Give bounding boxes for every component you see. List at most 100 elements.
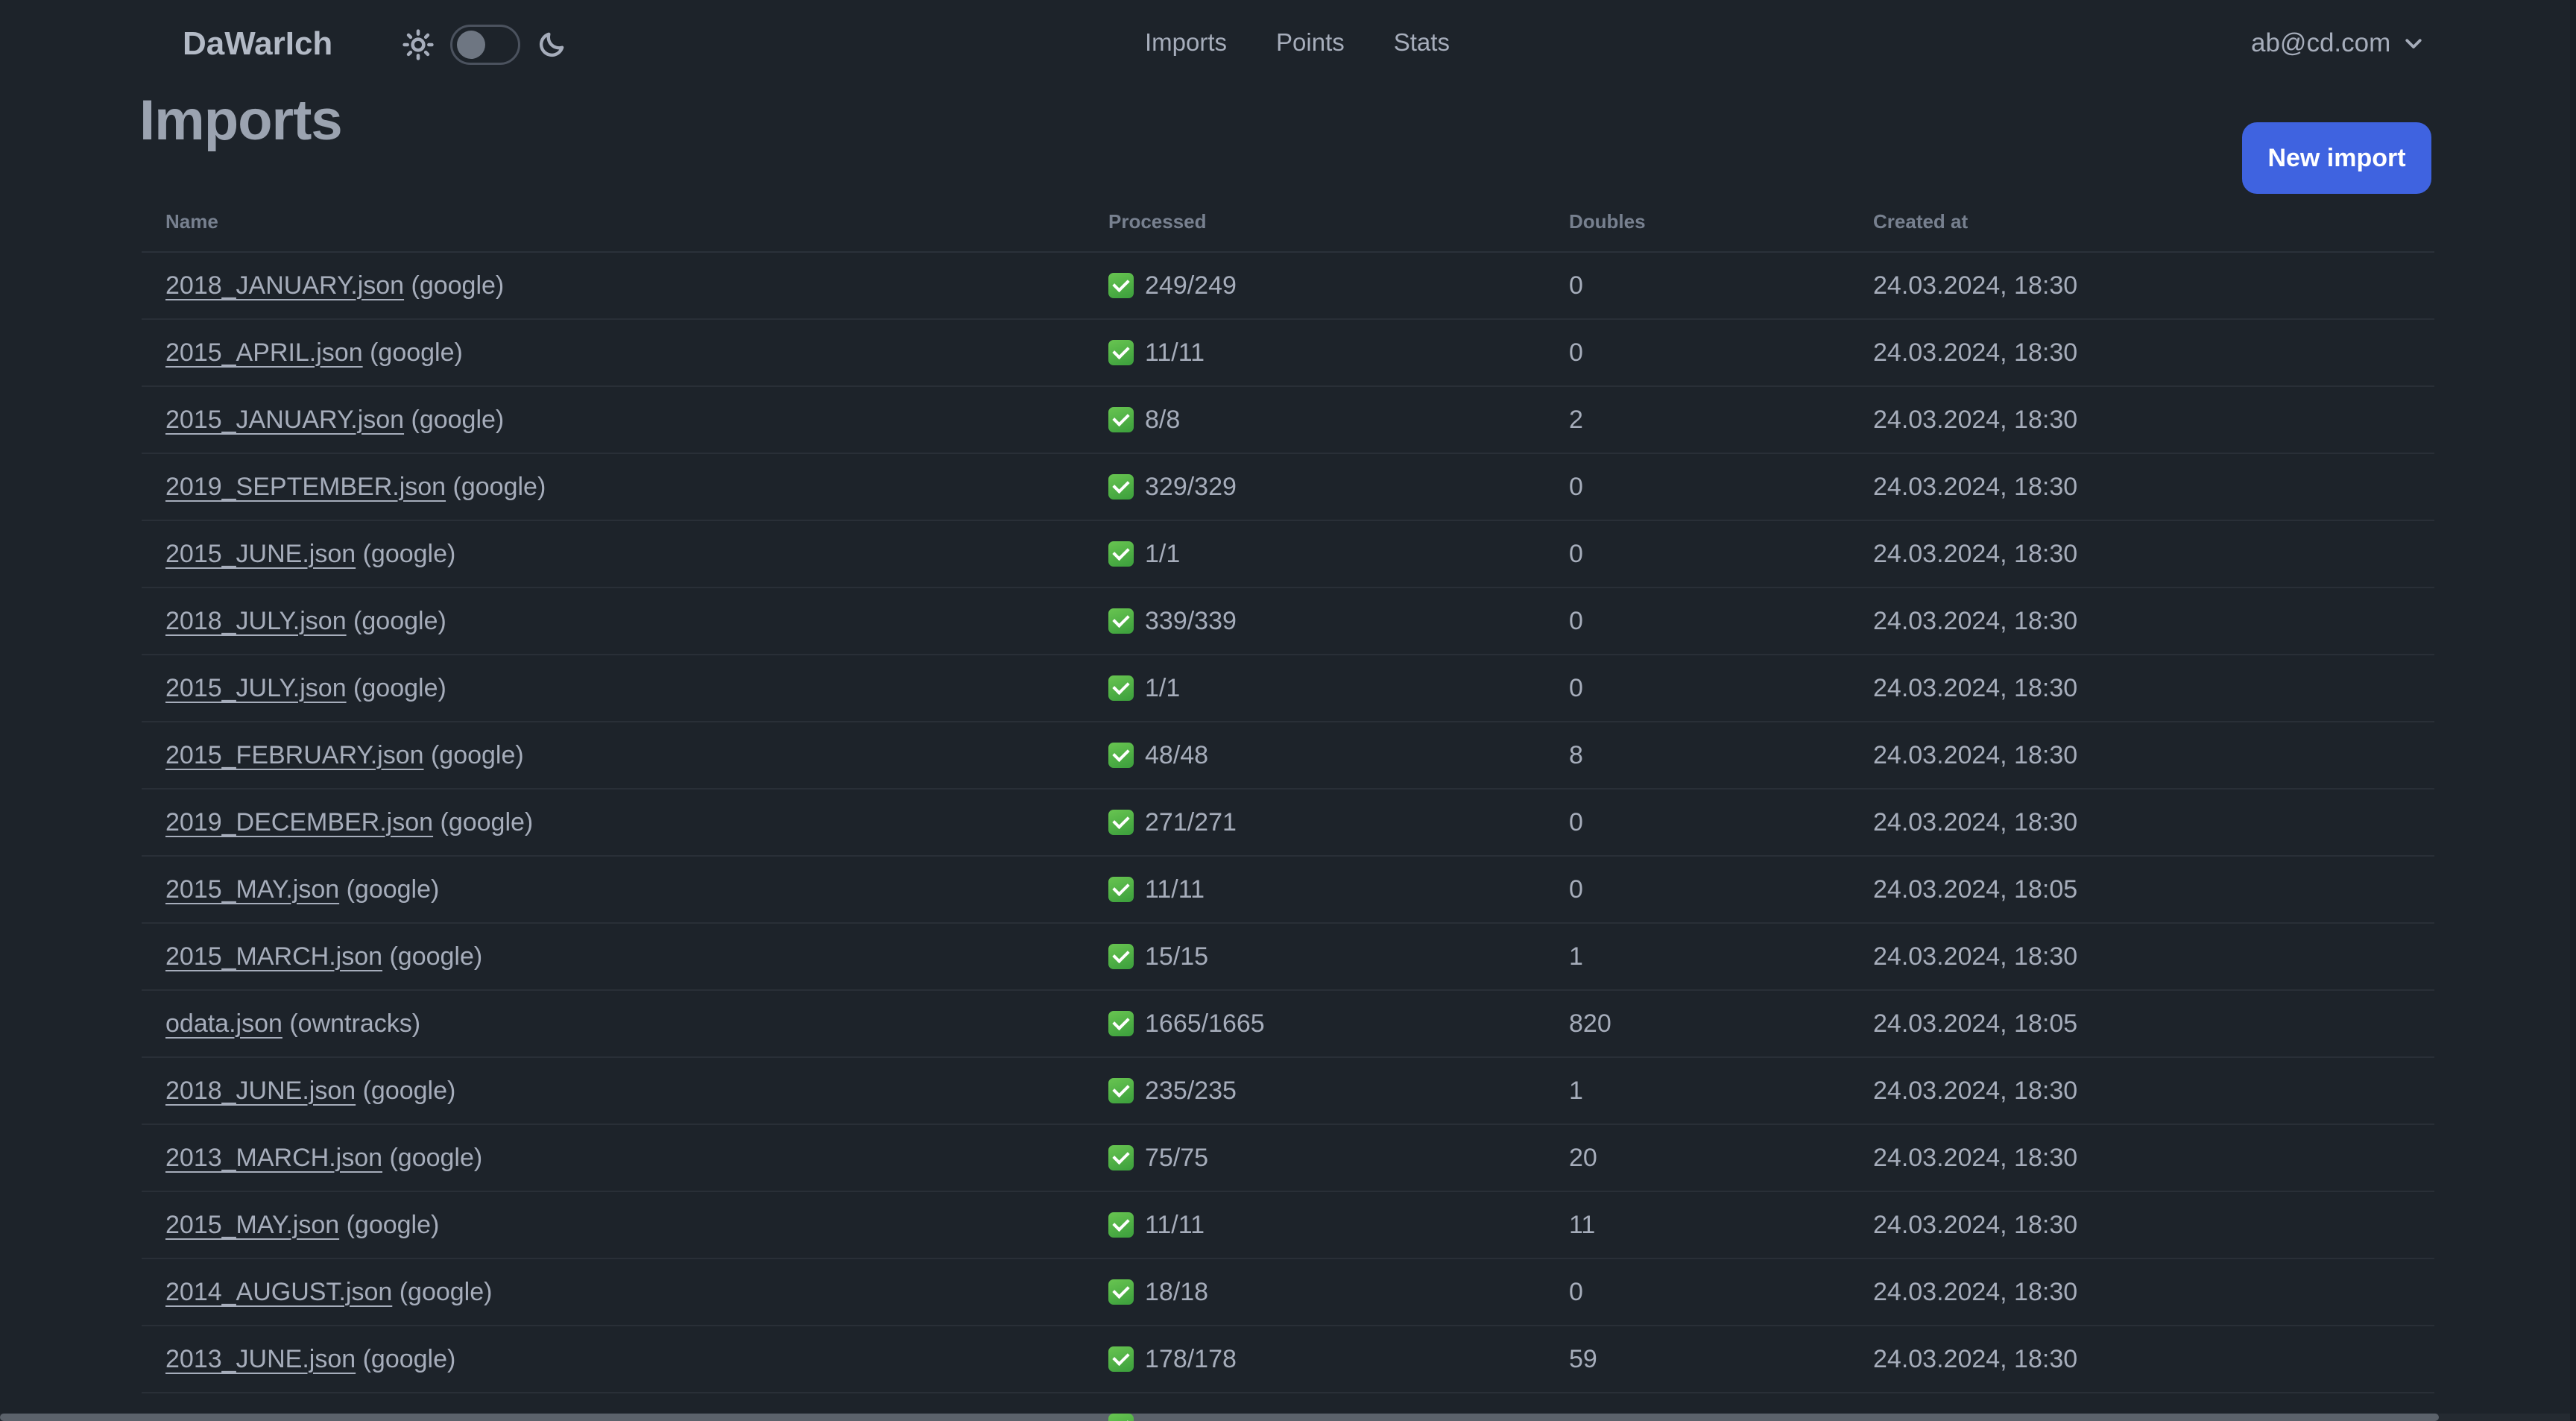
nav-item-imports[interactable]: Imports [1145,28,1227,57]
processed-count: 329/329 [1145,472,1237,501]
table-row: 2015_MARCH.json (google) 15/15 1 24.03.2… [142,924,2434,991]
import-file-link[interactable]: 2015_FEBRUARY.json [165,741,424,769]
import-file-link[interactable]: 2015_APRIL.json [165,338,363,367]
processed-cell: 329/329 [1085,473,1545,502]
import-source: (google) [404,405,505,434]
import-file-link[interactable]: 2015_JANUARY.json [165,406,404,434]
doubles-count: 0 [1569,539,1583,568]
import-name-cell: 2015_JUNE.json (google) [142,540,1085,569]
import-file-link[interactable]: 2015_MAY.json [165,1211,339,1239]
import-name-cell: 2018_JULY.json (google) [142,607,1085,636]
created-at: 24.03.2024, 18:30 [1873,1344,2078,1373]
nav-item-points[interactable]: Points [1276,28,1345,57]
import-source: (google) [362,338,463,367]
created-at: 24.03.2024, 18:30 [1873,1210,2078,1239]
check-success-icon [1108,675,1134,701]
user-email: ab@cd.com [2251,28,2391,57]
import-source: (google) [382,942,483,971]
import-source: (google) [356,539,456,568]
import-name-cell: 2015_APRIL.json (google) [142,338,1085,368]
page-title: Imports [139,89,343,152]
check-success-icon [1108,1414,1134,1421]
doubles-count: 20 [1569,1143,1597,1172]
check-success-icon [1108,1346,1134,1372]
horizontal-scrollbar[interactable] [0,1414,2576,1421]
doubles-count: 2 [1569,405,1583,434]
import-file-link[interactable]: 2018_JULY.json [165,607,347,635]
imports-table: Name Processed Doubles Created at 2018_J… [142,210,2434,1421]
import-file-link[interactable]: 2015_MAY.json [165,875,339,904]
processed-cell: 1665/1665 [1085,1009,1545,1039]
doubles-count: 0 [1569,338,1583,367]
theme-switch[interactable] [450,25,520,65]
created-at: 24.03.2024, 18:30 [1873,1143,2078,1172]
processed-count: 48/48 [1145,740,1209,769]
import-name-cell: 2014_AUGUST.json (google) [142,1278,1085,1307]
table-row: 2018_JANUARY.json (google) 249/249 0 24.… [142,253,2434,320]
horizontal-scrollbar-thumb[interactable] [0,1414,2439,1421]
processed-cell: 339/339 [1085,607,1545,636]
import-source: (google) [356,1344,456,1373]
import-file-link[interactable]: 2018_JUNE.json [165,1077,356,1105]
import-name-cell: 2018_JANUARY.json (google) [142,271,1085,300]
processed-count: 1/1 [1145,539,1181,568]
table-row: 2015_APRIL.json (google) 11/11 0 24.03.2… [142,320,2434,387]
table-row: 2015_JULY.json (google) 1/1 0 24.03.2024… [142,655,2434,722]
import-file-link[interactable]: 2013_JUNE.json [165,1345,356,1373]
vertical-scrollbar[interactable] [2570,0,2576,1421]
processed-cell: 1/1 [1085,540,1545,569]
table-row: 2014_AUGUST.json (google) 18/18 0 24.03.… [142,1259,2434,1326]
check-success-icon [1108,541,1134,567]
created-at: 24.03.2024, 18:05 [1873,875,2078,904]
created-at: 24.03.2024, 18:30 [1873,338,2078,367]
table-row: 2018_JUNE.json (google) 235/235 1 24.03.… [142,1058,2434,1125]
processed-cell: 178/178 [1085,1345,1545,1374]
import-file-link[interactable]: 2018_JANUARY.json [165,271,404,300]
doubles-count: 0 [1569,271,1583,300]
app-logo[interactable]: DaWarIch [183,25,332,63]
processed-count: 1/1 [1145,673,1181,702]
processed-cell: 11/11 [1085,1211,1545,1240]
import-file-link[interactable]: odata.json [165,1009,282,1038]
moon-icon [539,32,564,57]
processed-count: 75/75 [1145,1143,1209,1172]
created-at: 24.03.2024, 18:05 [1873,1009,2078,1038]
check-success-icon [1108,1279,1134,1305]
import-file-link[interactable]: 2015_MARCH.json [165,942,382,971]
check-success-icon [1108,407,1134,432]
chevron-down-icon [2405,39,2422,48]
import-source: (google) [392,1277,493,1306]
import-file-link[interactable]: 2013_MARCH.json [165,1144,382,1172]
doubles-count: 1 [1569,1076,1583,1105]
processed-count: 1665/1665 [1145,1009,1265,1038]
import-file-link[interactable]: 2015_JUNE.json [165,540,356,568]
import-source: (google) [404,271,505,300]
new-import-button[interactable]: New import [2242,122,2431,194]
processed-count: 178/178 [1145,1344,1237,1373]
check-success-icon [1108,1078,1134,1103]
import-file-link[interactable]: 2019_SEPTEMBER.json [165,473,446,501]
doubles-count: 1 [1569,942,1583,971]
processed-count: 15/15 [1145,942,1209,971]
check-success-icon [1108,608,1134,634]
created-at: 24.03.2024, 18:30 [1873,673,2078,702]
processed-count: 18/18 [1145,1277,1209,1306]
processed-cell: 1/1 [1085,674,1545,703]
user-menu[interactable]: ab@cd.com [2251,28,2425,58]
processed-cell: 75/75 [1085,1144,1545,1173]
processed-count: 235/235 [1145,1076,1237,1105]
check-success-icon [1108,810,1134,835]
import-name-cell: 2013_JUNE.json (google) [142,1345,1085,1374]
column-header-doubles: Doubles [1569,210,1646,233]
table-header: Name Processed Doubles Created at [142,210,2434,253]
import-file-link[interactable]: 2019_DECEMBER.json [165,808,433,836]
nav-item-stats[interactable]: Stats [1394,28,1450,57]
import-file-link[interactable]: 2015_JULY.json [165,674,347,702]
doubles-count: 0 [1569,673,1583,702]
created-at: 24.03.2024, 18:30 [1873,405,2078,434]
table-row: 2015_JUNE.json (google) 1/1 0 24.03.2024… [142,521,2434,588]
import-name-cell: 2015_MAY.json (google) [142,875,1085,904]
import-name-cell: 2019_SEPTEMBER.json (google) [142,473,1085,502]
import-name-cell: 2015_FEBRUARY.json (google) [142,741,1085,770]
import-file-link[interactable]: 2014_AUGUST.json [165,1278,392,1306]
